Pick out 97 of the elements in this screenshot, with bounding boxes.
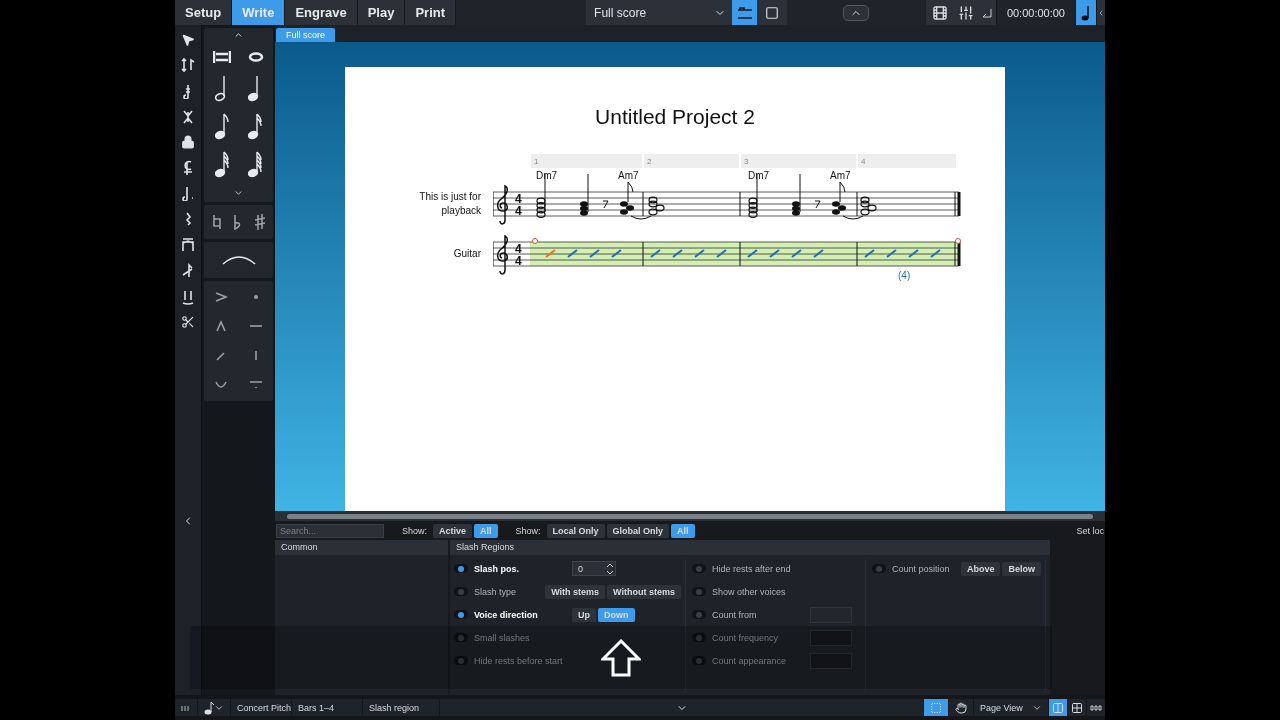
pages-row-button[interactable] [1087, 699, 1105, 716]
whole-note-icon[interactable] [247, 52, 264, 62]
slur-icon[interactable] [220, 254, 257, 266]
mode-tab[interactable]: Setup [175, 0, 232, 25]
eighth-note-icon[interactable] [204, 700, 214, 715]
option-button[interactable]: With stems [545, 584, 606, 599]
time-signature: 4 [515, 191, 522, 206]
horizontal-scrollbar[interactable] [275, 511, 1105, 522]
property-toggle[interactable] [692, 610, 706, 620]
note-input-button[interactable] [1076, 0, 1096, 25]
mode-tab[interactable]: Engrave [285, 0, 357, 25]
number-field[interactable]: 0 [572, 561, 616, 577]
film-reel-icon[interactable] [925, 0, 954, 25]
time-signature: 4 [515, 241, 522, 256]
set-local-label[interactable]: Set loc [1076, 525, 1104, 536]
chord-symbol: Am7 [830, 169, 851, 181]
option-button[interactable]: Up [572, 607, 596, 622]
mode-tab[interactable]: Print [405, 0, 456, 25]
hand-icon[interactable] [955, 701, 967, 714]
property-label: Count frequency [712, 632, 780, 643]
property-toggle[interactable] [692, 587, 706, 597]
property-label: Slash type [474, 586, 518, 597]
filter-option[interactable]: Active [433, 523, 473, 538]
quarter-note-icon[interactable] [1081, 4, 1091, 21]
property-label: Voice direction [474, 609, 539, 620]
status-item: Bars 1–4 [292, 699, 362, 716]
time-display: 00:00:00:00 [996, 0, 1075, 25]
property-label: Small slashes [474, 632, 531, 643]
time-signature: 4 [515, 253, 522, 268]
eighth-note-icon[interactable] [214, 112, 229, 140]
option-button[interactable]: Above [960, 561, 1001, 576]
search-field[interactable]: Search... [276, 523, 384, 538]
pages-row-icon[interactable] [1090, 704, 1102, 711]
property-label: Show other voices [712, 586, 787, 597]
collapse-button[interactable] [843, 4, 870, 21]
property-toggle[interactable] [692, 564, 706, 574]
status-item: Slash region [363, 699, 439, 716]
option-button[interactable]: Without stems [607, 584, 681, 599]
filter-option[interactable]: Global Only [606, 523, 670, 538]
slash-count: (4) [898, 269, 911, 281]
group-title: Slash Regions [450, 540, 1050, 556]
sixteenth-note-icon[interactable] [248, 112, 263, 140]
instrument-name: Guitar [452, 246, 481, 261]
status-item: Concert Pitch [231, 699, 291, 716]
bar-number: 2 [647, 156, 652, 166]
filter-option[interactable]: Local Only [546, 523, 605, 538]
property-toggle[interactable] [454, 587, 468, 597]
square-icon[interactable] [765, 5, 780, 20]
scissors-icon[interactable] [181, 315, 195, 329]
tied-notes-icon[interactable] [180, 289, 196, 305]
property-label: Count from [712, 609, 758, 620]
view-select[interactable]: Page View [974, 699, 1048, 716]
thirty-second-note-icon[interactable] [214, 150, 229, 178]
breve-icon[interactable] [213, 50, 232, 64]
option-button[interactable]: Below [1002, 561, 1041, 576]
galley-icon[interactable] [736, 6, 753, 19]
hand-button[interactable] [949, 699, 973, 716]
arrow-up-icon [601, 638, 641, 677]
ppp-button[interactable] [175, 699, 197, 716]
staff[interactable] [493, 241, 961, 267]
dotted-note-icon[interactable] [180, 185, 196, 201]
staff[interactable] [493, 191, 961, 217]
sixty-fourth-note-icon[interactable] [248, 150, 263, 178]
note-value-select[interactable] [198, 699, 230, 716]
property-toggle[interactable] [454, 564, 468, 574]
chord-symbol: Dm7 [748, 169, 770, 181]
property-label: Count position [892, 563, 951, 574]
treble-clef-icon [496, 185, 508, 225]
arrows-note-icon[interactable] [180, 57, 196, 73]
score-title: Untitled Project 2 [595, 104, 755, 129]
chord-symbol: Dm7 [536, 169, 558, 181]
lock-icon[interactable] [181, 135, 195, 149]
stepper-icon[interactable] [605, 561, 615, 576]
property-label: Count appearance [712, 655, 788, 666]
mode-tab[interactable]: Play [357, 0, 405, 25]
time-signature: 4 [515, 203, 522, 218]
bar-number: 3 [744, 156, 749, 166]
filter-label: Show: [515, 525, 541, 536]
property-label: Slash pos. [474, 563, 520, 574]
chord-symbol: Am7 [618, 169, 639, 181]
pointer-icon[interactable] [181, 33, 195, 47]
bar-number: 1 [534, 156, 539, 166]
layout-select[interactable]: Full score [586, 0, 733, 25]
page-view-button[interactable] [757, 0, 788, 25]
bar-number: 4 [861, 156, 866, 166]
group-title: Common [275, 540, 448, 556]
cross-stem-icon[interactable] [180, 109, 196, 125]
treble-clef-icon [496, 235, 508, 275]
tuplet-icon[interactable] [180, 237, 196, 253]
property-toggle[interactable] [872, 564, 886, 574]
property-label: Hide rests after end [712, 563, 792, 574]
instrument-name: This is just for playback [418, 189, 481, 218]
property-label: Hide rests before start [474, 655, 564, 666]
filter-label: Show: [402, 525, 427, 536]
galley-view-button[interactable] [732, 0, 758, 25]
property-toggle[interactable] [454, 610, 468, 620]
bars-icon[interactable] [181, 704, 191, 711]
